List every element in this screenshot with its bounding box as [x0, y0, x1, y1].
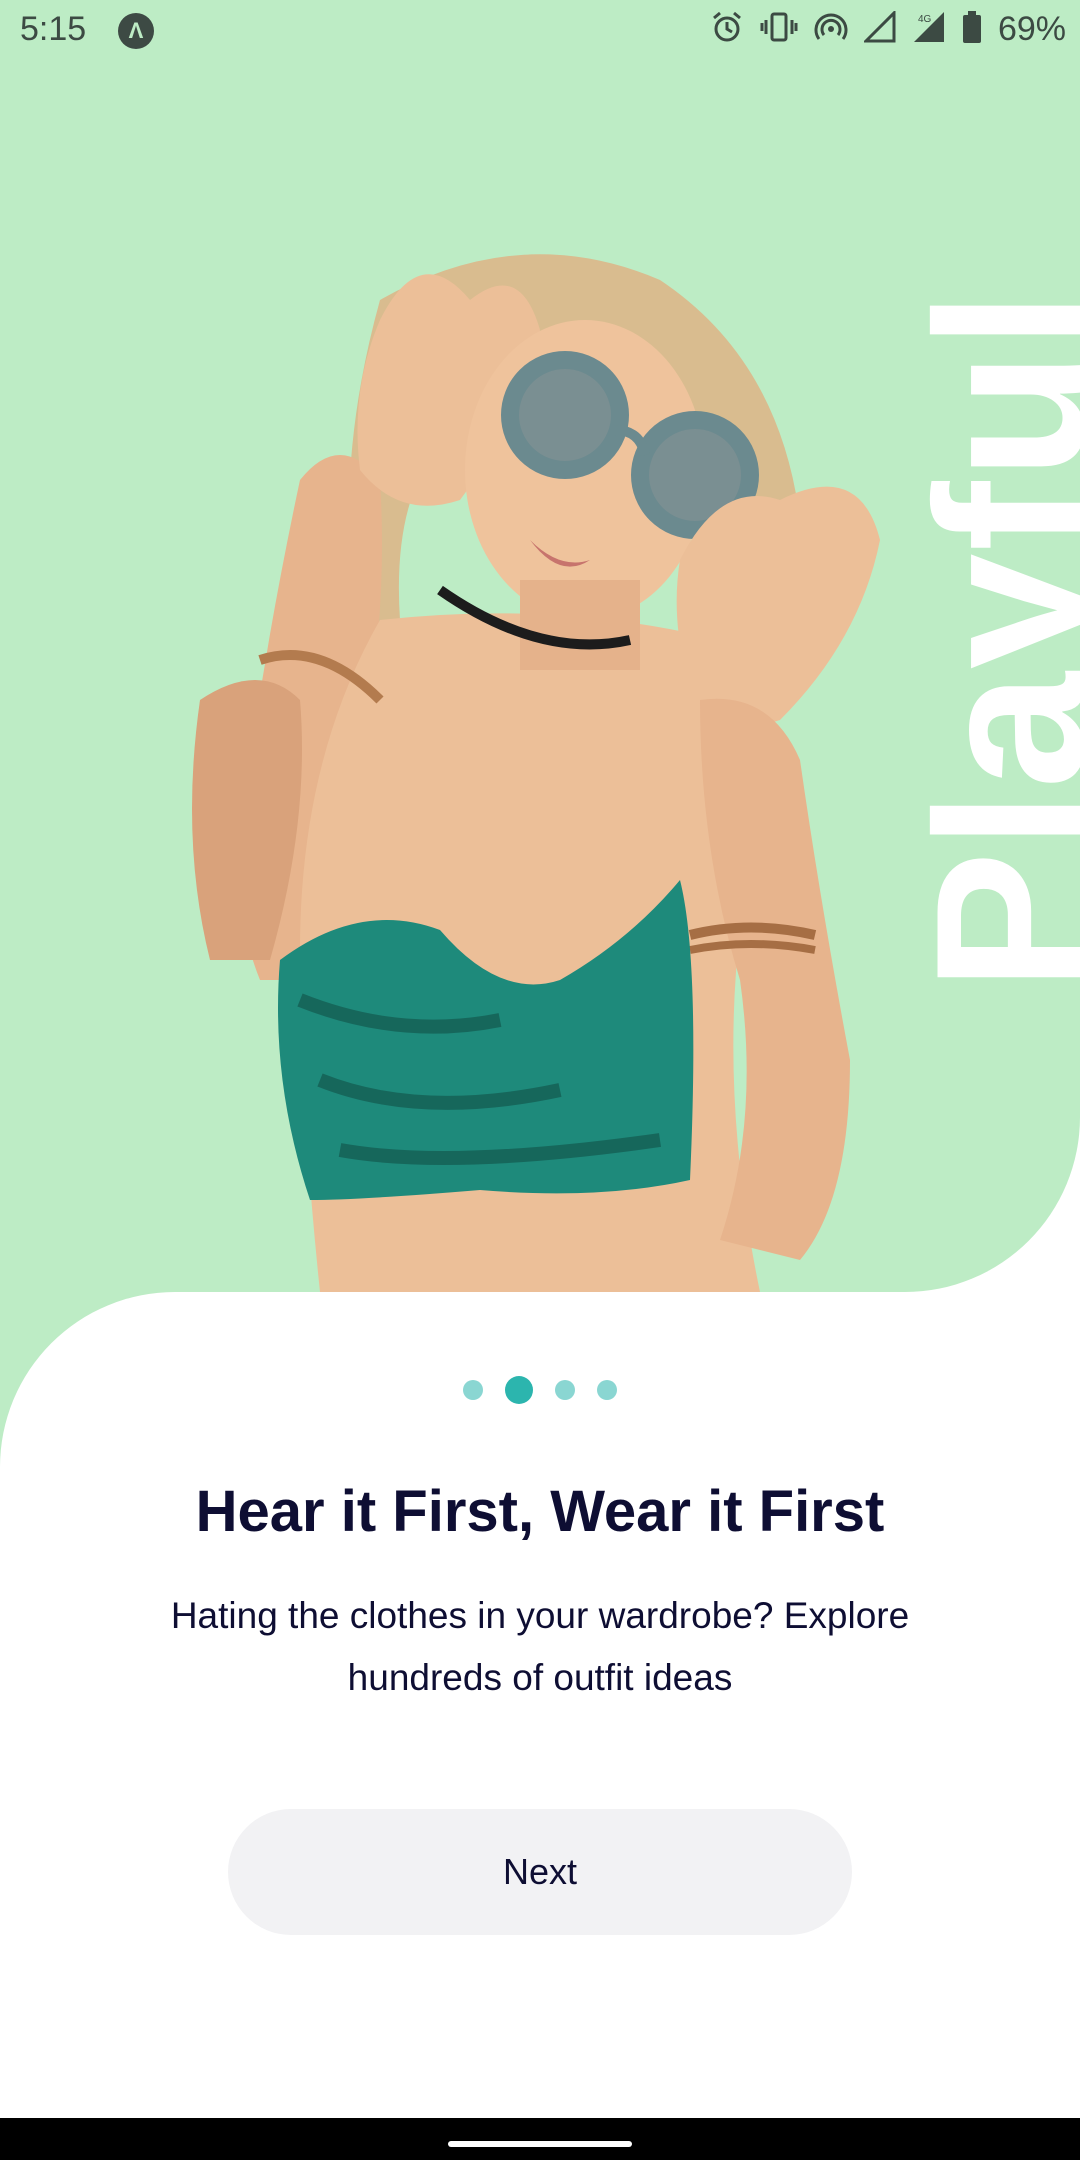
alarm-icon	[710, 10, 744, 49]
next-button[interactable]: Next	[228, 1809, 852, 1935]
vibrate-icon	[760, 10, 798, 49]
battery-percent: 69%	[997, 10, 1066, 48]
status-icons: 4G 69%	[710, 9, 1066, 49]
status-time: 5:15	[20, 10, 87, 48]
hotspot-icon	[814, 10, 848, 49]
battery-icon	[962, 10, 982, 49]
hero-section: 5:15 Λ 4G 69% Playful	[0, 0, 1080, 1292]
system-nav-bar	[0, 2118, 1080, 2160]
pager-indicator	[0, 1376, 1080, 1404]
onboarding-description: Hating the clothes in your wardrobe? Exp…	[170, 1595, 910, 1698]
4g-signal-icon: 4G	[912, 10, 946, 49]
app-notification-icon: Λ	[118, 13, 154, 49]
pager-dot[interactable]	[555, 1380, 575, 1400]
pager-dot[interactable]	[463, 1380, 483, 1400]
svg-text:4G: 4G	[918, 14, 932, 25]
onboarding-title: Hear it First, Wear it First	[195, 1479, 885, 1544]
pager-dot[interactable]	[597, 1380, 617, 1400]
home-gesture-handle[interactable]	[448, 2141, 632, 2147]
status-bar: 5:15 Λ 4G 69%	[0, 0, 1080, 62]
hero-vertical-word: Playful	[892, 288, 1080, 992]
signal-icon	[862, 9, 896, 48]
pager-dot-active[interactable]	[505, 1376, 533, 1404]
